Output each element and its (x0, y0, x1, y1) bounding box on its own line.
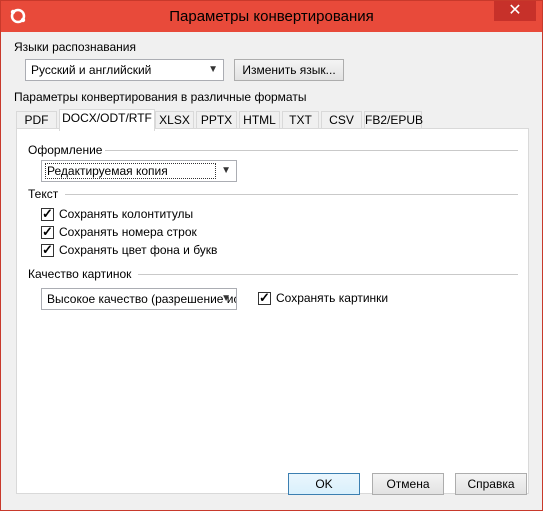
window-title: Параметры конвертирования (169, 8, 374, 25)
layout-group-title: Оформление (28, 143, 103, 157)
keep-images-checkbox[interactable] (258, 290, 271, 306)
ok-button[interactable]: OK (288, 473, 360, 495)
image-quality-select[interactable]: Высокое качество (разрешение ис ▼ (41, 288, 237, 310)
title-bar[interactable]: Параметры конвертирования ✕ (1, 1, 542, 32)
languages-select-value: Русский и английский (31, 63, 152, 77)
layout-select-value: Редактируемая копия (47, 164, 168, 178)
keep-headers-checkbox[interactable] (41, 206, 54, 222)
keep-colors-label[interactable]: Сохранять цвет фона и букв (59, 243, 217, 257)
languages-label: Языки распознавания (14, 40, 137, 54)
tab-panel: Оформление Редактируемая копия ▼ Текст С… (16, 128, 529, 494)
chevron-down-icon: ▼ (221, 165, 231, 176)
keep-colors-checkbox[interactable] (41, 242, 54, 258)
change-language-button[interactable]: Изменить язык... (234, 59, 344, 81)
help-button[interactable]: Справка (455, 473, 527, 495)
layout-group-divider (105, 150, 518, 151)
chevron-down-icon: ▼ (208, 64, 218, 75)
images-group-divider (138, 274, 518, 275)
image-quality-value: Высокое качество (разрешение ис (47, 292, 237, 306)
tab-docx[interactable]: DOCX/ODT/RTF (59, 109, 155, 131)
keep-line-numbers-checkbox[interactable] (41, 224, 54, 240)
text-group-divider (65, 194, 518, 195)
languages-select[interactable]: Русский и английский ▼ (25, 59, 224, 81)
images-group-title: Качество картинок (28, 267, 132, 281)
dialog-window: Параметры конвертирования ✕ Языки распоз… (0, 0, 543, 511)
keep-headers-label[interactable]: Сохранять колонтитулы (59, 207, 193, 221)
layout-select[interactable]: Редактируемая копия ▼ (41, 160, 237, 182)
format-section-label: Параметры конвертирования в различные фо… (14, 90, 307, 104)
cancel-button[interactable]: Отмена (372, 473, 444, 495)
chevron-down-icon: ▼ (221, 293, 231, 304)
close-button[interactable]: ✕ (494, 1, 536, 21)
text-group-title: Текст (28, 187, 59, 201)
dialog-content: Языки распознавания Русский и английский… (8, 32, 535, 505)
keep-images-label[interactable]: Сохранять картинки (276, 291, 388, 305)
keep-line-numbers-label[interactable]: Сохранять номера строк (59, 225, 197, 239)
